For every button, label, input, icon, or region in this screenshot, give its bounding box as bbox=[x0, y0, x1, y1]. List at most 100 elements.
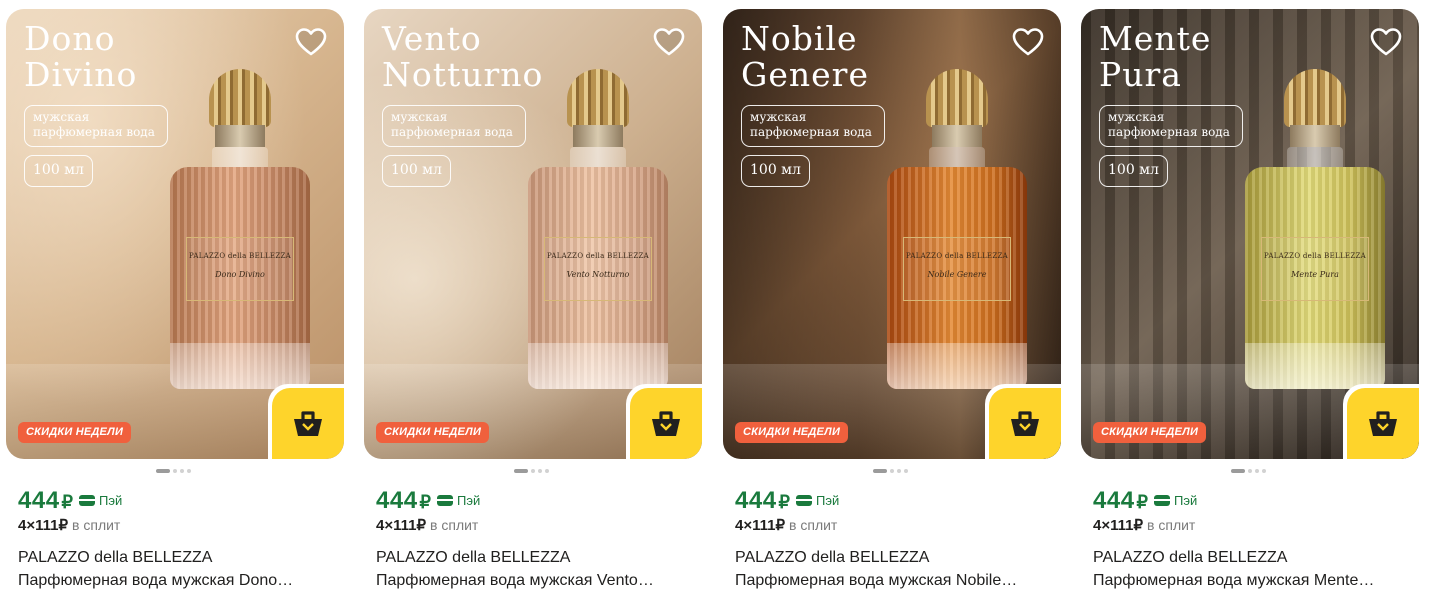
photo-title-line: Dono bbox=[24, 19, 116, 58]
bottle-base bbox=[170, 343, 310, 389]
pager-dot[interactable] bbox=[1248, 469, 1252, 473]
pager-dot[interactable] bbox=[904, 469, 908, 473]
discount-badge: СКИДКИ НЕДЕЛИ bbox=[18, 422, 132, 443]
bottle-neck bbox=[929, 147, 985, 169]
split-label: в сплит bbox=[72, 517, 121, 533]
heart-icon[interactable] bbox=[294, 25, 328, 59]
bottle-cap bbox=[567, 69, 629, 127]
bottle-label-brand: PALAZZO della BELLEZZA bbox=[546, 252, 650, 260]
type-pill: мужская парфюмерная вода bbox=[741, 105, 885, 147]
product-photo[interactable]: Nobile Genere мужская парфюмерная вода 1… bbox=[723, 9, 1061, 459]
pager-dot[interactable] bbox=[173, 469, 177, 473]
product-photo[interactable]: Dono Divino мужская парфюмерная вода 100… bbox=[6, 9, 344, 459]
pager-dot[interactable] bbox=[538, 469, 542, 473]
product-brand[interactable]: PALAZZO della BELLEZZA bbox=[18, 549, 212, 567]
image-pager[interactable] bbox=[873, 469, 933, 474]
bottle-label-brand: PALAZZO della BELLEZZA bbox=[1263, 252, 1367, 260]
card-icon bbox=[1154, 495, 1170, 506]
split-label: в сплит bbox=[1147, 517, 1196, 533]
price-currency: ₽ bbox=[61, 492, 73, 512]
add-to-cart-button[interactable] bbox=[989, 388, 1061, 459]
product-name[interactable]: Парфюмерная вода мужская Vento… bbox=[376, 572, 702, 590]
pager-dot[interactable] bbox=[545, 469, 549, 473]
product-photo[interactable]: Vento Notturno мужская парфюмерная вода … bbox=[364, 9, 702, 459]
heart-icon[interactable] bbox=[1011, 25, 1045, 59]
basket-icon bbox=[1369, 411, 1397, 436]
split-payment[interactable]: 4×111₽ в сплит bbox=[18, 516, 120, 534]
product-card[interactable]: Dono Divino мужская парфюмерная вода 100… bbox=[6, 9, 344, 592]
bottle-neck bbox=[212, 147, 268, 169]
basket-icon bbox=[294, 411, 322, 436]
pager-dot-active[interactable] bbox=[156, 469, 170, 473]
type-pill: мужская парфюмерная вода bbox=[382, 105, 526, 147]
product-name[interactable]: Парфюмерная вода мужская Nobile… bbox=[735, 572, 1061, 590]
bottle-cap bbox=[209, 69, 271, 127]
product-name[interactable]: Парфюмерная вода мужская Mente… bbox=[1093, 572, 1419, 590]
pager-dot[interactable] bbox=[897, 469, 901, 473]
product-card[interactable]: Vento Notturno мужская парфюмерная вода … bbox=[364, 9, 702, 592]
product-grid: Dono Divino мужская парфюмерная вода 100… bbox=[0, 0, 1431, 592]
bottle-collar bbox=[573, 125, 623, 147]
split-amount: 4×111 bbox=[1093, 517, 1134, 534]
add-to-cart-button[interactable] bbox=[272, 388, 344, 459]
bottle-label-scent: Nobile Genere bbox=[927, 270, 987, 279]
split-currency: ₽ bbox=[775, 517, 786, 534]
basket-icon bbox=[1011, 411, 1039, 436]
pager-dot[interactable] bbox=[180, 469, 184, 473]
split-payment[interactable]: 4×111₽ в сплит bbox=[376, 516, 478, 534]
card-icon bbox=[796, 495, 812, 506]
product-photo[interactable]: Mente Pura мужская парфюмерная вода 100 … bbox=[1081, 9, 1419, 459]
product-name[interactable]: Парфюмерная вода мужская Dono… bbox=[18, 572, 344, 590]
photo-title-line: Vento bbox=[382, 19, 482, 58]
bottle-label-scent: Vento Notturno bbox=[566, 270, 630, 279]
split-currency: ₽ bbox=[1133, 517, 1144, 534]
volume-pill: 100 мл bbox=[741, 155, 810, 187]
bottle-label: PALAZZO della BELLEZZA Mente Pura bbox=[1261, 237, 1369, 301]
price-value: 444 bbox=[735, 487, 777, 514]
product-brand[interactable]: PALAZZO della BELLEZZA bbox=[376, 549, 570, 567]
price: 444 ₽ Пэй bbox=[18, 487, 122, 515]
product-brand[interactable]: PALAZZO della BELLEZZA bbox=[1093, 549, 1287, 567]
heart-icon[interactable] bbox=[652, 25, 686, 59]
heart-icon[interactable] bbox=[1369, 25, 1403, 59]
image-pager[interactable] bbox=[514, 469, 574, 474]
price-value: 444 bbox=[376, 487, 418, 514]
price-value: 444 bbox=[18, 487, 60, 514]
product-card[interactable]: Mente Pura мужская парфюмерная вода 100 … bbox=[1081, 9, 1419, 592]
pay-label: Пэй bbox=[457, 493, 481, 508]
price: 444 ₽ Пэй bbox=[376, 487, 480, 515]
pager-dot-active[interactable] bbox=[873, 469, 887, 473]
pager-dot-active[interactable] bbox=[514, 469, 528, 473]
bottle-neck bbox=[1287, 147, 1343, 169]
bottle-collar bbox=[215, 125, 265, 147]
add-to-cart-button[interactable] bbox=[1347, 388, 1419, 459]
bottle-base bbox=[887, 343, 1027, 389]
photo-title-line: Mente bbox=[1099, 19, 1212, 58]
image-pager[interactable] bbox=[156, 469, 216, 474]
basket-icon bbox=[652, 411, 680, 436]
bottle-label: PALAZZO della BELLEZZA Vento Notturno bbox=[544, 237, 652, 301]
pager-dot[interactable] bbox=[1255, 469, 1259, 473]
pager-dot[interactable] bbox=[531, 469, 535, 473]
split-amount: 4×111 bbox=[376, 517, 417, 534]
photo-title-line: Nobile bbox=[741, 19, 858, 58]
discount-badge: СКИДКИ НЕДЕЛИ bbox=[1093, 422, 1207, 443]
product-brand[interactable]: PALAZZO della BELLEZZA bbox=[735, 549, 929, 567]
split-amount: 4×111 bbox=[735, 517, 776, 534]
split-payment[interactable]: 4×111₽ в сплит bbox=[735, 516, 837, 534]
bottle-body: PALAZZO della BELLEZZA Nobile Genere bbox=[887, 167, 1027, 389]
image-pager[interactable] bbox=[1231, 469, 1291, 474]
pager-dot[interactable] bbox=[1262, 469, 1266, 473]
bottle-image: PALAZZO della BELLEZZA Dono Divino bbox=[170, 69, 310, 389]
discount-badge: СКИДКИ НЕДЕЛИ bbox=[735, 422, 849, 443]
pager-dot-active[interactable] bbox=[1231, 469, 1245, 473]
pager-dot[interactable] bbox=[187, 469, 191, 473]
split-payment[interactable]: 4×111₽ в сплит bbox=[1093, 516, 1195, 534]
add-to-cart-button[interactable] bbox=[630, 388, 702, 459]
product-card[interactable]: Nobile Genere мужская парфюмерная вода 1… bbox=[723, 9, 1061, 592]
bottle-body: PALAZZO della BELLEZZA Vento Notturno bbox=[528, 167, 668, 389]
split-currency: ₽ bbox=[58, 517, 69, 534]
card-icon bbox=[79, 495, 95, 506]
pager-dot[interactable] bbox=[890, 469, 894, 473]
type-pill: мужская парфюмерная вода bbox=[24, 105, 168, 147]
